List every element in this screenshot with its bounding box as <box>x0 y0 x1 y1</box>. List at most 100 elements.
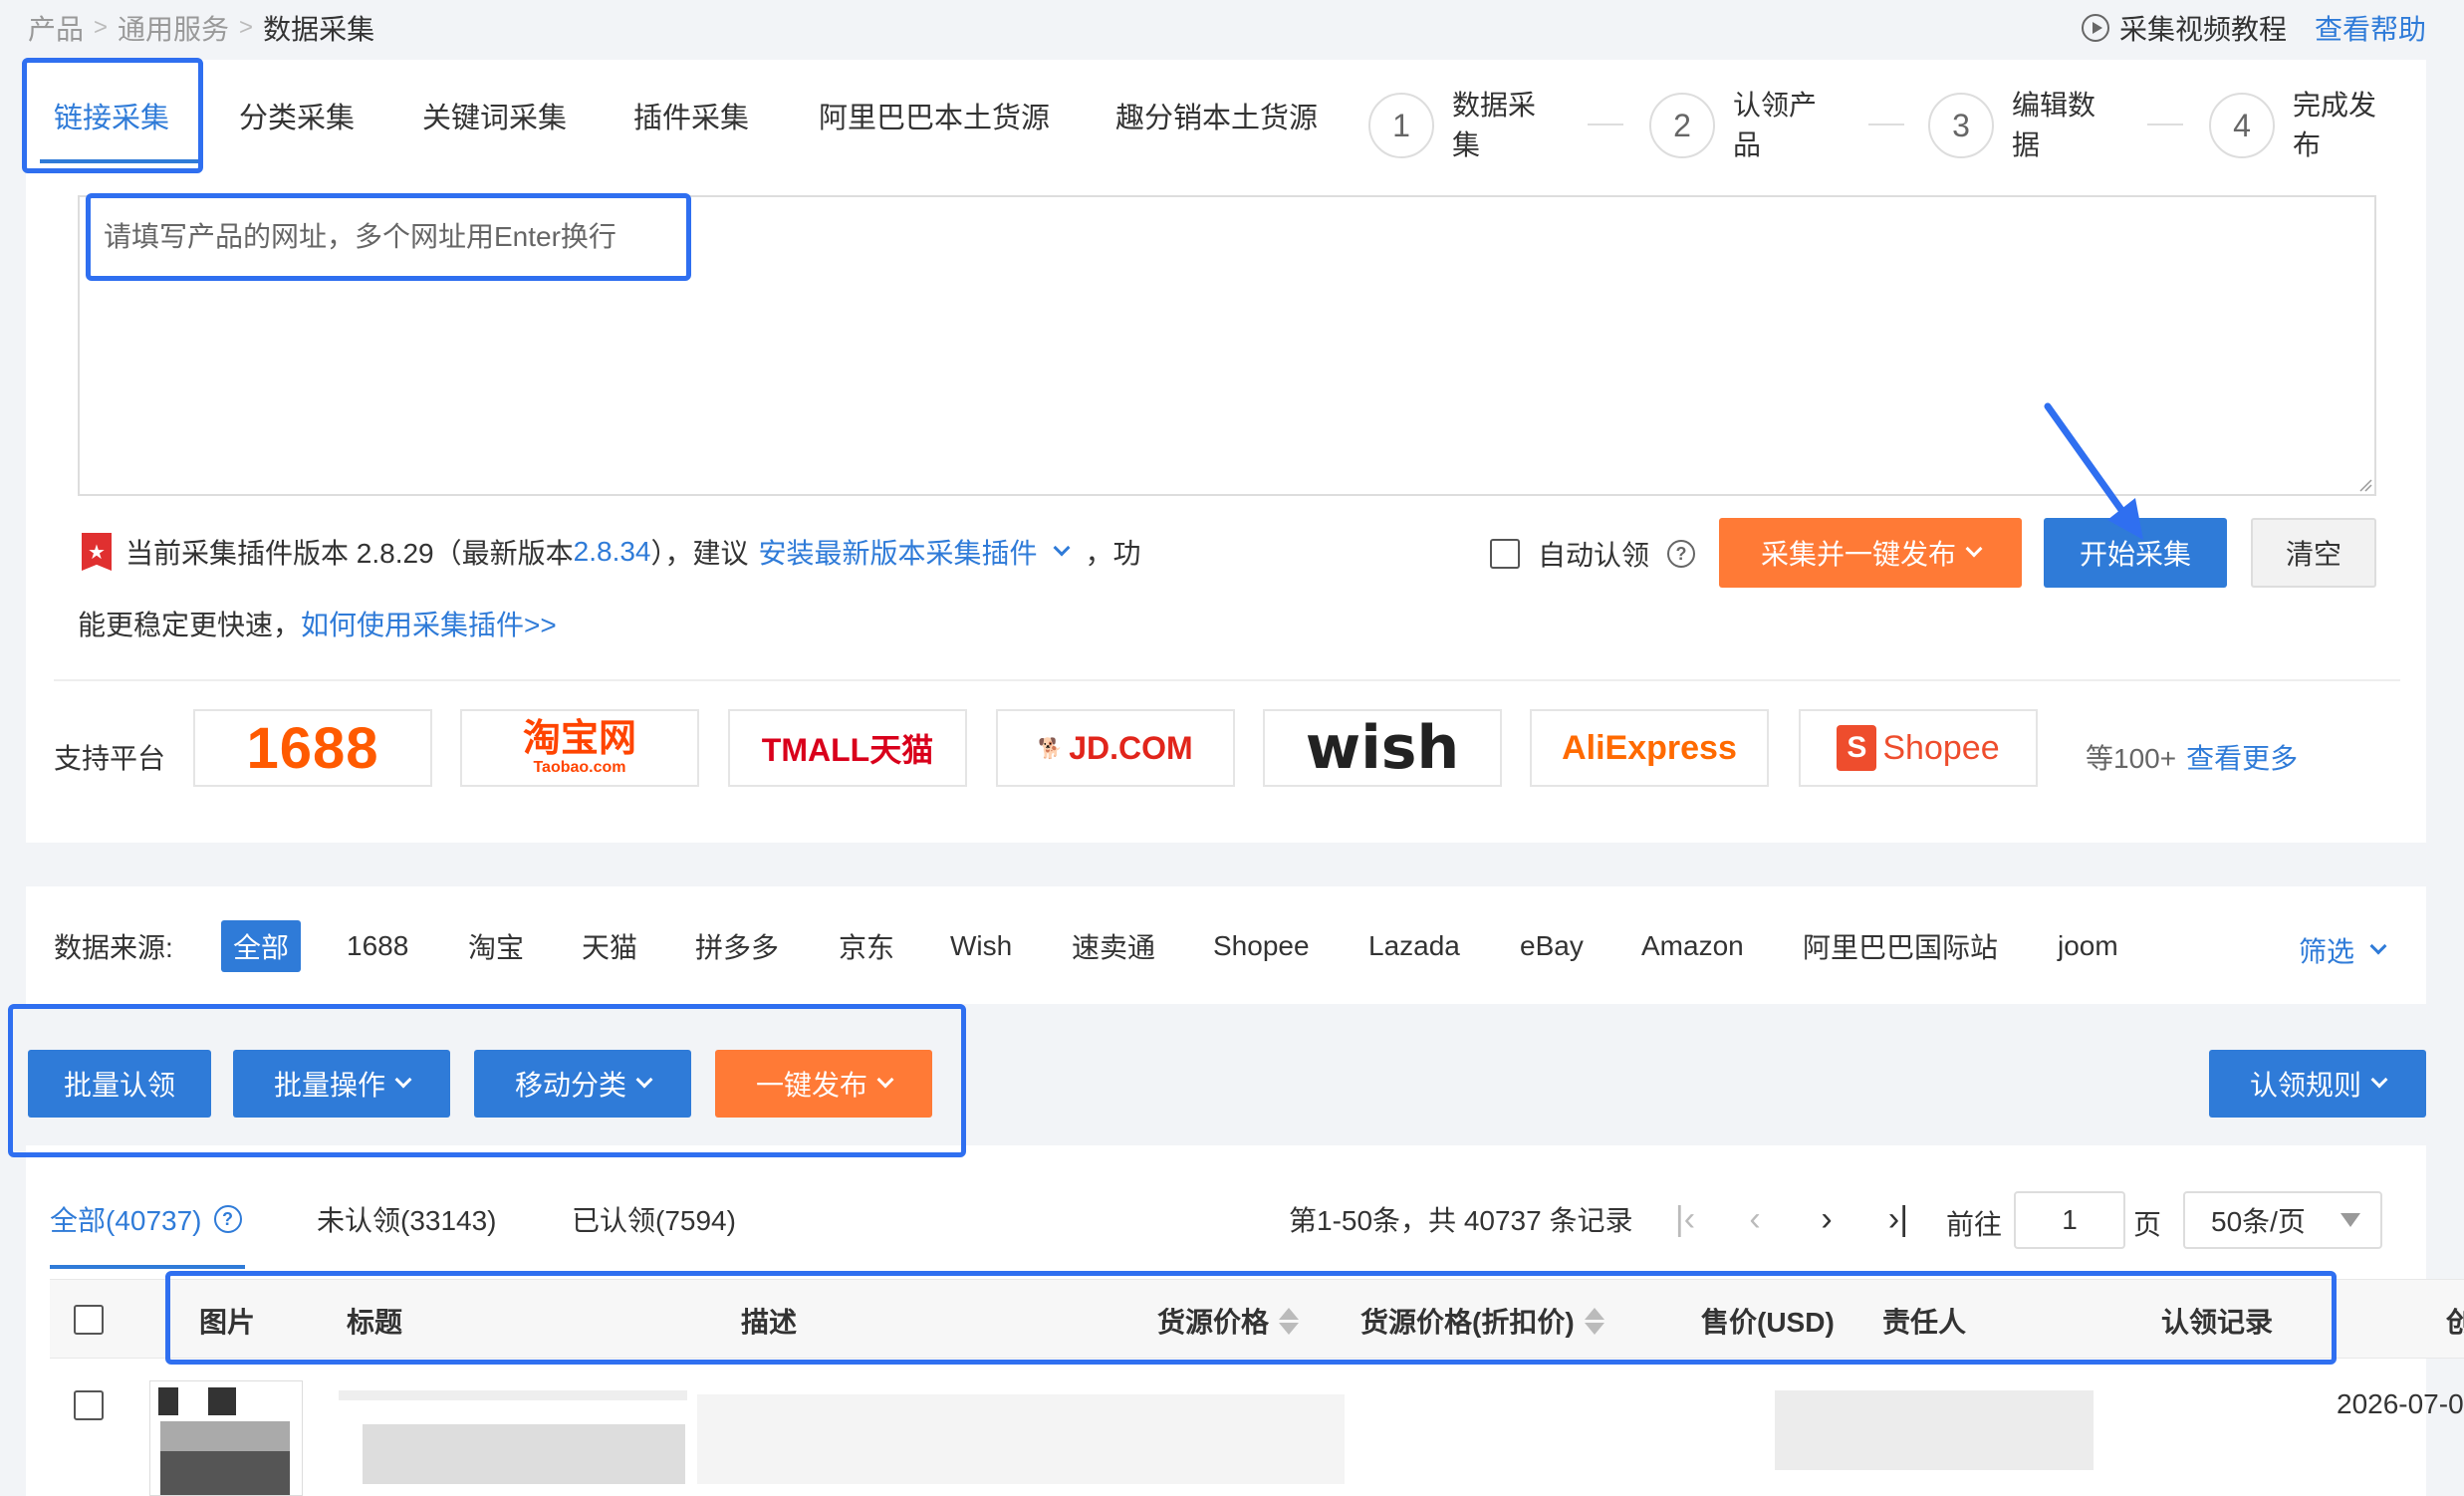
batch-operation-button[interactable]: 批量操作 <box>233 1050 450 1118</box>
source-taobao[interactable]: 淘宝 <box>456 920 536 972</box>
th-source-price[interactable]: 货源价格 <box>1157 1301 1300 1341</box>
th-source-discount-price[interactable]: 货源价格(折扣价) <box>1360 1301 1604 1341</box>
source-aliexpress[interactable]: 速卖通 <box>1060 920 1167 972</box>
source-ebay[interactable]: eBay <box>1508 920 1596 972</box>
logo-aliexpress-text: AliExpress <box>1562 728 1737 767</box>
tab-alibaba-local[interactable]: 阿里巴巴本土货源 <box>819 66 1050 165</box>
logo-1688-text: 1688 <box>246 715 379 781</box>
source-wish[interactable]: Wish <box>938 920 1024 972</box>
step-number: 3 <box>1928 93 1994 158</box>
install-plugin-link[interactable]: 安装最新版本采集插件 <box>759 532 1038 572</box>
logo-taobao[interactable]: 淘宝网 Taobao.com <box>460 709 699 787</box>
source-alibaba-intl[interactable]: 阿里巴巴国际站 <box>1791 920 2010 972</box>
notice-line2: 能更稳定更快速， <box>78 610 302 640</box>
logo-aliexpress[interactable]: AliExpress <box>1530 709 1769 787</box>
logo-wish-text: wish <box>1305 713 1460 783</box>
source-shopee[interactable]: Shopee <box>1201 920 1322 972</box>
source-1688[interactable]: 1688 <box>335 920 420 972</box>
page-number-input[interactable]: 1 <box>2014 1191 2125 1249</box>
tab-count-claimed[interactable]: 已认领(7594) <box>572 1199 736 1239</box>
first-page-icon[interactable]: |‹ <box>1665 1195 1705 1243</box>
logo-shopee[interactable]: S Shopee <box>1799 709 2038 787</box>
breadcrumb: 产品 > 通用服务 > 数据采集 <box>28 8 374 48</box>
logo-1688[interactable]: 1688 <box>193 709 432 787</box>
breadcrumb-item[interactable]: 通用服务 <box>118 8 229 48</box>
step-4: 4 完成发布 <box>2209 86 2392 165</box>
source-jd[interactable]: 京东 <box>827 920 906 972</box>
help-link[interactable]: 查看帮助 <box>2315 8 2426 48</box>
th-sale-price: 售价(USD) <box>1701 1307 1835 1338</box>
source-lazada[interactable]: Lazada <box>1356 920 1472 972</box>
step-label: 编辑数据 <box>2012 90 2096 160</box>
step-number: 1 <box>1368 93 1434 158</box>
auto-claim-label: 自动认领 <box>1538 540 1650 571</box>
claim-rules-button[interactable]: 认领规则 <box>2209 1050 2426 1118</box>
last-page-icon[interactable]: ›| <box>1878 1195 1918 1243</box>
logo-tmall[interactable]: TMALL天猫 <box>728 709 967 787</box>
breadcrumb-current: 数据采集 <box>263 14 375 45</box>
tab-count-all[interactable]: 全部(40737) ? <box>50 1199 242 1239</box>
filter-toggle[interactable]: 筛选 <box>2299 930 2387 970</box>
sort-icon[interactable] <box>1279 1307 1300 1335</box>
resize-grip-icon[interactable] <box>2356 476 2372 492</box>
breadcrumb-item[interactable]: 产品 <box>28 8 84 48</box>
next-page-icon[interactable]: › <box>1807 1195 1847 1243</box>
move-category-button[interactable]: 移动分类 <box>474 1050 691 1118</box>
star-badge-icon: ★ <box>82 533 112 571</box>
auto-claim-option: 自动认领 ? <box>1490 534 1696 574</box>
prev-page-icon[interactable]: ‹ <box>1735 1195 1775 1243</box>
source-all[interactable]: 全部 <box>221 920 302 972</box>
logo-jd[interactable]: 🐕 JD.COM <box>996 709 1235 787</box>
jd-dog-icon: 🐕 <box>1038 737 1064 760</box>
chevron-down-icon <box>876 1071 894 1089</box>
step-number: 4 <box>2209 93 2275 158</box>
per-page-select[interactable]: 50条/页 <box>2183 1191 2382 1249</box>
one-click-publish-button[interactable]: 一键发布 <box>715 1050 932 1118</box>
collect-and-publish-button[interactable]: 采集并一键发布 <box>1719 518 2022 588</box>
chevron-down-icon[interactable] <box>1053 539 1071 557</box>
th-source-discount-price-label: 货源价格(折扣价) <box>1360 1307 1575 1338</box>
tab-plugin-collect[interactable]: 插件采集 <box>633 66 749 165</box>
logo-tmall-text: TMALL天猫 <box>761 732 934 768</box>
tab-keyword-collect[interactable]: 关键词采集 <box>422 66 567 165</box>
page-unit-label: 页 <box>2133 1209 2162 1240</box>
plugin-version-notice: ★ 当前采集插件版本 2.8.29（最新版本 2.8.34 ），建议 安装最新版… <box>82 532 1141 572</box>
logo-taobao-text: 淘宝网 <box>522 718 636 760</box>
tab-link-collect[interactable]: 链接采集 <box>54 66 169 165</box>
question-icon[interactable]: ? <box>213 1205 242 1233</box>
source-amazon[interactable]: Amazon <box>1629 920 1756 972</box>
tab-qufenxiao-local[interactable]: 趣分销本土货源 <box>1115 66 1318 165</box>
question-icon[interactable]: ? <box>1667 540 1696 568</box>
batch-claim-button[interactable]: 批量认领 <box>28 1050 211 1118</box>
step-number: 2 <box>1649 93 1715 158</box>
step-label: 数据采集 <box>1452 90 1537 160</box>
video-tutorial-link[interactable]: 采集视频教程 <box>2081 8 2287 48</box>
source-joom[interactable]: joom <box>2046 920 2130 972</box>
step-1: 1 数据采集 <box>1368 86 1552 165</box>
chevron-right-icon: > <box>94 14 109 41</box>
howto-plugin-link[interactable]: 如何使用采集插件>> <box>301 610 557 640</box>
tab-category-collect[interactable]: 分类采集 <box>239 66 355 165</box>
claim-rules-label: 认领规则 <box>2249 1070 2361 1101</box>
auto-claim-checkbox[interactable] <box>1490 539 1520 569</box>
select-all-checkbox[interactable] <box>74 1305 104 1335</box>
th-created: 创 <box>2446 1307 2464 1338</box>
logo-taobao-sub: Taobao.com <box>533 759 626 776</box>
source-pinduoduo[interactable]: 拼多多 <box>683 920 791 972</box>
row-title-blurred <box>339 1390 687 1400</box>
goto-label: 前往 <box>1946 1209 2003 1240</box>
row-checkbox[interactable] <box>74 1390 104 1420</box>
view-more-link[interactable]: 查看更多 <box>2186 743 2298 774</box>
product-thumbnail[interactable] <box>149 1380 303 1496</box>
logo-jd-text: JD.COM <box>1069 729 1193 766</box>
latest-version: 2.8.34 <box>573 536 651 567</box>
sort-icon[interactable] <box>1584 1307 1604 1335</box>
pager-info: 第1-50条，共 40737 条记录 <box>1289 1205 1633 1236</box>
source-tmall[interactable]: 天猫 <box>570 920 649 972</box>
clear-button[interactable]: 清空 <box>2251 518 2376 588</box>
step-divider <box>1868 124 1904 125</box>
tab-count-unclaimed[interactable]: 未认领(33143) <box>317 1199 497 1239</box>
logo-wish[interactable]: wish <box>1263 709 1502 787</box>
url-input[interactable] <box>80 197 2374 494</box>
divider <box>54 679 2400 681</box>
